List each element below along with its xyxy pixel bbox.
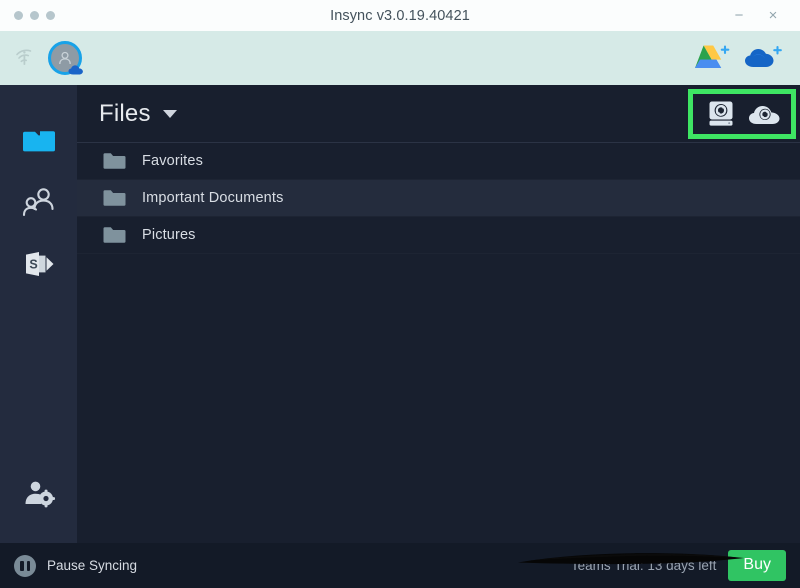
onedrive-add-icon[interactable]	[744, 42, 782, 74]
file-list: Favorites Important Documents Pictures	[77, 143, 800, 543]
sidebar-item-shared[interactable]	[0, 171, 77, 233]
window-controls: − ×	[731, 8, 800, 24]
files-header: Files	[77, 85, 800, 143]
account-bar	[0, 31, 800, 85]
status-bar-right: Teams Trial: 13 days left Buy	[571, 550, 786, 581]
file-name: Pictures	[142, 227, 196, 243]
insync-window: Insync v3.0.19.40421 − × S Files Favorit…	[0, 0, 800, 588]
file-name: Important Documents	[142, 190, 284, 206]
user-gear-icon	[25, 481, 55, 508]
svg-text:S: S	[29, 258, 37, 272]
local-sync-button[interactable]	[708, 100, 734, 127]
cloud-sync-button[interactable]	[748, 101, 782, 127]
pause-syncing-label: Pause Syncing	[47, 558, 138, 573]
folder-icon	[22, 130, 55, 151]
sidebar-item-sharepoint[interactable]: S	[0, 233, 77, 295]
chevron-down-icon[interactable]	[162, 109, 177, 118]
account-bar-right	[694, 42, 782, 74]
window-dot	[14, 11, 23, 20]
file-name: Favorites	[142, 153, 203, 169]
status-bar: Pause Syncing Teams Trial: 13 days left …	[0, 543, 800, 588]
folder-icon	[103, 227, 126, 243]
window-dot	[30, 11, 39, 20]
window-dots-icon[interactable]	[0, 11, 55, 20]
main-panel: Files Favorites Important Documents Pict…	[77, 85, 800, 543]
buy-button[interactable]: Buy	[728, 550, 786, 581]
folder-icon	[103, 190, 126, 206]
user-avatar-icon[interactable]	[48, 41, 83, 75]
trial-status-label: Teams Trial: 13 days left	[570, 558, 717, 573]
sharepoint-icon: S	[25, 252, 53, 276]
close-button[interactable]: ×	[765, 8, 781, 24]
window-dot	[46, 11, 55, 20]
body: S Files Favorites Important Documents Pi…	[0, 85, 800, 543]
folder-icon	[103, 153, 126, 169]
sidebar-item-account-settings[interactable]	[0, 463, 77, 525]
minimize-button[interactable]: −	[731, 8, 747, 24]
table-row[interactable]: Important Documents	[77, 180, 800, 217]
header-actions	[690, 85, 800, 142]
account-bar-left	[14, 41, 83, 75]
cloud-sync-icon	[749, 105, 780, 124]
sidebar: S	[0, 85, 77, 543]
title-bar: Insync v3.0.19.40421 − ×	[0, 0, 800, 31]
wifi-info-icon	[14, 45, 36, 71]
window-title: Insync v3.0.19.40421	[330, 7, 470, 24]
drive-sync-icon	[709, 101, 733, 126]
people-shared-icon	[22, 188, 54, 217]
pause-syncing-button[interactable]: Pause Syncing	[14, 554, 138, 577]
sidebar-item-files[interactable]	[0, 109, 77, 171]
pause-circle-icon	[14, 554, 36, 577]
page-title: Files	[99, 99, 151, 127]
google-drive-add-icon[interactable]	[694, 42, 730, 74]
onedrive-badge-icon	[68, 65, 83, 75]
table-row[interactable]: Favorites	[77, 143, 800, 180]
table-row[interactable]: Pictures	[77, 217, 800, 254]
